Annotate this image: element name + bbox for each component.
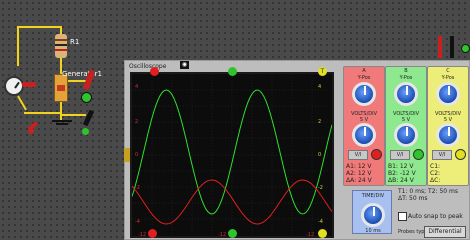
- wire: [17, 26, 19, 66]
- probe-connector-green[interactable]: [82, 128, 89, 135]
- resistor-band: [55, 49, 67, 51]
- cursor-marker-yellow[interactable]: T: [318, 67, 327, 76]
- auto-snap-checkbox[interactable]: [398, 212, 407, 221]
- y-tick-label-right: 4: [318, 84, 322, 90]
- timediv-label: TIME/DIV: [361, 193, 385, 199]
- cursor-marker-red-bottom[interactable]: [148, 229, 157, 238]
- wire: [17, 95, 27, 111]
- generator-label: Generator1: [62, 70, 103, 78]
- timediv-value: 10 ms: [365, 228, 381, 234]
- ground-symbol-icon: [52, 120, 72, 122]
- y-tick-label: -4: [135, 219, 140, 225]
- y-tick-label: 2: [135, 119, 139, 125]
- meter-dial-icon[interactable]: [4, 76, 24, 96]
- screenshot-icon[interactable]: ◉: [180, 61, 189, 69]
- generator-component[interactable]: [54, 74, 68, 102]
- probe-type-select[interactable]: Differential: [424, 226, 466, 238]
- auto-snap-label: Auto snap to peak: [408, 213, 463, 220]
- channel-b-panel: B Y-Pos VOLTS/DIV 5 V V/I B1: 12 V B2: -…: [385, 66, 427, 186]
- y-tick-label-right: 0: [318, 152, 322, 158]
- probe-red[interactable]: [438, 36, 442, 58]
- cursor-marker-yellow-bottom[interactable]: [318, 229, 327, 238]
- channel-b-reading: B2: -12 V: [388, 170, 416, 177]
- probe-connector-green[interactable]: [81, 92, 92, 103]
- wire: [24, 112, 62, 114]
- trigger-level-handle[interactable]: [124, 148, 130, 162]
- resistor-band: [55, 44, 67, 46]
- waveform-display: [132, 74, 332, 236]
- probe-red-clip[interactable]: [28, 128, 34, 134]
- channel-a-ypos-knob[interactable]: [352, 82, 376, 106]
- ground-line: [56, 123, 68, 125]
- channel-b-reading: ΔB: 24 V: [388, 177, 414, 184]
- probe-black[interactable]: [82, 109, 95, 127]
- channel-a-trace: [132, 179, 332, 225]
- channel-b-color-button[interactable]: [413, 149, 424, 160]
- y-tick-label: 0: [135, 152, 139, 158]
- resistor-label: R1: [70, 38, 80, 46]
- y-tick-label-right: -4: [318, 219, 323, 225]
- channel-b-volts-knob[interactable]: [394, 123, 418, 147]
- channel-a-panel: A Y-Pos VOLTS/DIV 5 V V/I A1: 12 V A2: 1…: [343, 66, 385, 186]
- timediv-knob[interactable]: [361, 203, 385, 227]
- time-delta-readout: ΔT: 50 ms: [398, 195, 428, 202]
- channel-b-ypos-knob[interactable]: [394, 82, 418, 106]
- channel-c-ypos-knob[interactable]: [436, 82, 460, 106]
- channel-a-volts-knob[interactable]: [352, 123, 376, 147]
- probe-black[interactable]: [450, 36, 454, 58]
- channel-c-ypos-label: Y-Pos: [441, 75, 455, 81]
- bottom-tick: -12: [138, 232, 147, 238]
- resistor-r1[interactable]: [55, 34, 67, 58]
- channel-a-name: A: [362, 68, 366, 74]
- wire: [60, 100, 62, 122]
- channel-b-ypos-label: Y-Pos: [399, 75, 413, 81]
- cursor-marker-green-bottom[interactable]: [228, 229, 237, 238]
- cursor-marker-red[interactable]: [150, 67, 159, 76]
- channel-c-volts-knob[interactable]: [436, 123, 460, 147]
- channel-c-name: C: [446, 68, 450, 74]
- channel-a-color-button[interactable]: [371, 149, 382, 160]
- channel-a-mode-button[interactable]: V/I: [348, 150, 368, 160]
- probe-connector-green[interactable]: [461, 44, 470, 53]
- generator-body: [57, 85, 65, 91]
- channel-b-name: B: [404, 68, 408, 74]
- channel-a-reading: A1: 12 V: [346, 163, 372, 170]
- cursor-marker-green[interactable]: [228, 67, 237, 76]
- channel-c-reading: C2:: [430, 170, 441, 177]
- probe-tip[interactable]: [22, 82, 36, 87]
- channel-c-color-button[interactable]: [455, 149, 466, 160]
- oscilloscope-title: Oscilloscope: [129, 63, 167, 70]
- meter-needle: [14, 81, 20, 89]
- channel-a-reading: A2: 12 V: [346, 170, 372, 177]
- y-tick-label: -2: [135, 185, 140, 191]
- channel-c-reading: ΔC:: [430, 177, 441, 184]
- bottom-tick: -12: [306, 232, 315, 238]
- channel-a-reading: ΔA: 24 V: [346, 177, 372, 184]
- time-cursor-readout: T1: 0 ms; T2: 50 ms: [398, 188, 458, 195]
- channel-a-ypos-label: Y-Pos: [357, 75, 371, 81]
- channel-c-reading: C1:: [430, 163, 441, 170]
- y-tick-label-right: 2: [318, 119, 322, 125]
- channel-b-reading: B1: 12 V: [388, 163, 414, 170]
- wire: [18, 26, 62, 28]
- wire: [62, 114, 86, 116]
- y-tick-label-right: -2: [318, 185, 323, 191]
- resistor-band: [55, 39, 67, 41]
- oscilloscope-screen[interactable]: 4 2 0 -2 -4 4 2 0 -2 -4: [130, 72, 334, 238]
- y-tick-label: 4: [135, 84, 139, 90]
- channel-c-panel: C Y-Pos VOLTS/DIV 5 V V/I C1: C2: ΔC:: [427, 66, 469, 186]
- channel-c-mode-button[interactable]: V/I: [432, 150, 452, 160]
- timediv-panel: TIME/DIV 10 ms: [352, 190, 392, 234]
- bottom-tick: -12: [218, 232, 227, 238]
- channel-b-mode-button[interactable]: V/I: [390, 150, 410, 160]
